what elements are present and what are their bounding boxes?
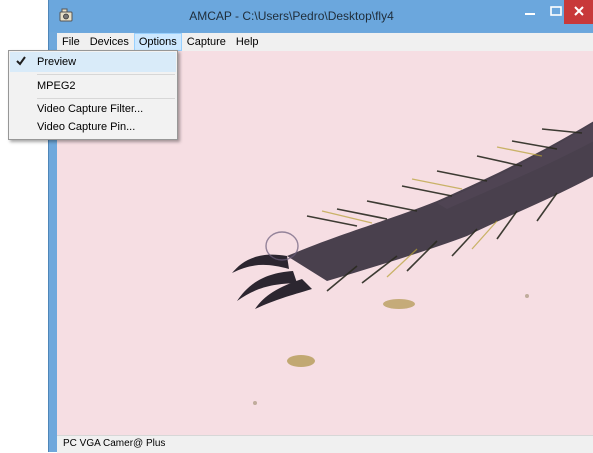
- menu-item-video-capture-filter[interactable]: Video Capture Filter...: [10, 99, 176, 119]
- status-device-name: PC VGA Camer@ Plus: [63, 438, 166, 449]
- menu-separator: [37, 74, 175, 75]
- maximize-icon: [550, 5, 562, 19]
- menu-item-label: Video Capture Pin...: [37, 121, 136, 133]
- menu-file[interactable]: File: [57, 33, 85, 51]
- menu-bar: File Devices Options Capture Help: [57, 33, 593, 51]
- menu-help[interactable]: Help: [231, 33, 264, 51]
- menu-item-label: Preview: [37, 56, 77, 68]
- menu-item-preview[interactable]: Preview: [10, 52, 176, 72]
- menu-item-video-capture-pin[interactable]: Video Capture Pin...: [10, 117, 176, 137]
- options-menu: Preview MPEG2 Video Capture Filter... Vi…: [8, 50, 178, 140]
- menu-options[interactable]: Options: [133, 33, 182, 51]
- menu-devices[interactable]: Devices: [85, 33, 134, 51]
- menu-item-label: MPEG2: [37, 80, 76, 92]
- menu-item-mpeg2[interactable]: MPEG2: [10, 76, 176, 96]
- title-bar[interactable]: AMCAP - C:\Users\Pedro\Desktop\fly4: [49, 0, 593, 32]
- menu-item-label: Video Capture Filter...: [37, 103, 144, 115]
- window-title: AMCAP - C:\Users\Pedro\Desktop\fly4: [189, 9, 394, 23]
- status-bar: PC VGA Camer@ Plus: [57, 435, 593, 453]
- menu-capture[interactable]: Capture: [182, 33, 231, 51]
- close-icon: [574, 5, 584, 19]
- checkmark-icon: [15, 55, 29, 69]
- close-button[interactable]: [564, 0, 593, 24]
- minimize-icon: [525, 6, 535, 19]
